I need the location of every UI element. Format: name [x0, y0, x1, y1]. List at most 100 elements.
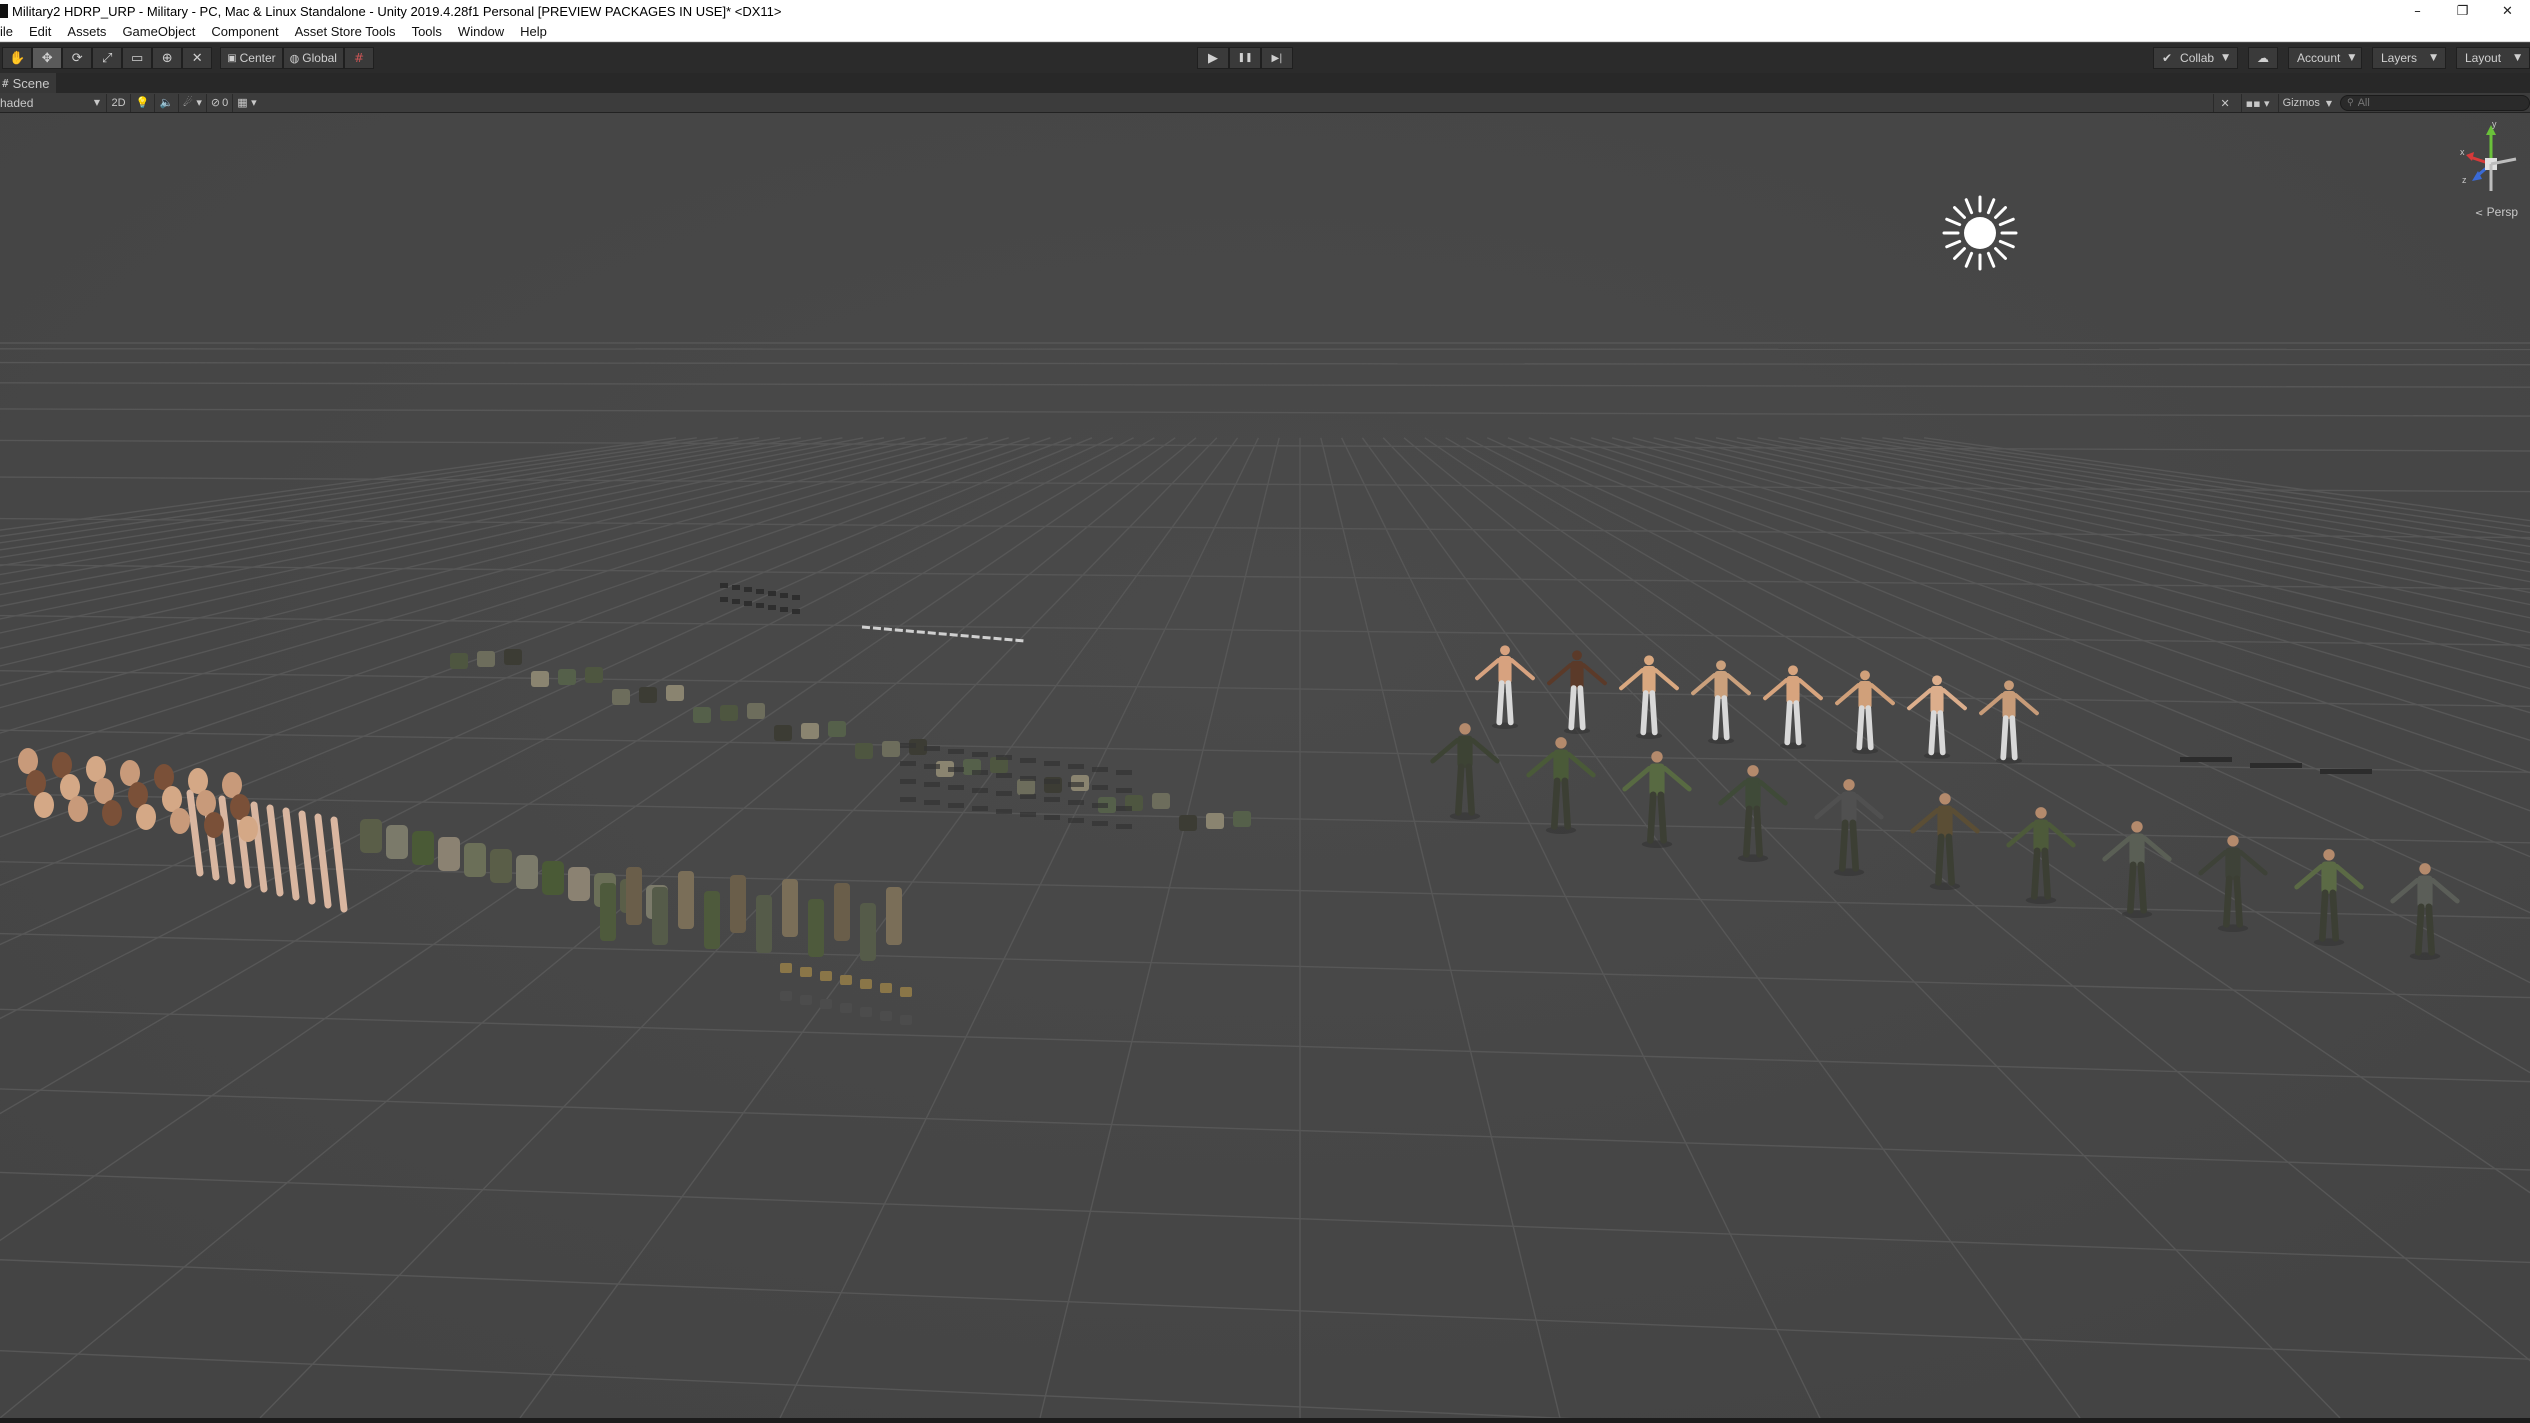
- move-tool-icon[interactable]: ✥: [32, 47, 63, 69]
- tools-icon[interactable]: ✕: [2212, 94, 2237, 112]
- menu-help[interactable]: Help: [512, 24, 555, 39]
- shadow-prop: [1044, 761, 1060, 766]
- shadow-prop: [1044, 779, 1060, 784]
- close-button[interactable]: ✕: [2485, 0, 2530, 22]
- grid-toggle-icon[interactable]: ▦ ▾: [232, 93, 260, 112]
- menu-edit[interactable]: Edit: [21, 24, 59, 39]
- cloud-button[interactable]: ☁: [2248, 47, 2278, 69]
- mode-2d-toggle[interactable]: 2D: [106, 93, 130, 112]
- axis-x-cone[interactable]: [2466, 152, 2474, 161]
- shadow-prop: [1020, 794, 1036, 799]
- window-title-bar: Military2 HDRP_URP - Military - PC, Mac …: [0, 0, 2530, 22]
- head-model: [204, 812, 224, 838]
- boot-prop: [860, 1007, 872, 1017]
- rotate-tool-icon[interactable]: ⟳: [62, 47, 93, 69]
- figure-leg: [1649, 690, 1658, 736]
- custom-tool-icon[interactable]: ✕: [182, 47, 213, 69]
- lighting-toggle-icon[interactable]: 💡: [130, 93, 154, 112]
- camera-dropdown-icon[interactable]: ▪▪ ▾: [2240, 94, 2274, 112]
- layers-dropdown[interactable]: Layers ▼: [2372, 47, 2446, 69]
- figure-head: [1939, 793, 1951, 805]
- shadow-prop: [996, 791, 1012, 796]
- step-button[interactable]: ▶|: [1261, 47, 1293, 69]
- menu-asset-store-tools[interactable]: Asset Store Tools: [287, 24, 404, 39]
- orientation-gizmo[interactable]: y x z: [2456, 119, 2526, 219]
- menu-tools[interactable]: Tools: [404, 24, 450, 39]
- small-prop: [756, 589, 764, 594]
- chevron-down-icon: ▼: [2514, 53, 2521, 63]
- figure-leg: [1856, 705, 1865, 751]
- snap-grid-icon[interactable]: #: [343, 47, 374, 69]
- scene-canvas[interactable]: [0, 113, 2530, 1418]
- figure-leg: [1647, 791, 1657, 844]
- boot-prop: [880, 1011, 892, 1021]
- menu-window[interactable]: Window: [450, 24, 512, 39]
- eye-slash-icon: ⊘: [210, 96, 221, 109]
- pants-prop: [652, 887, 668, 945]
- pause-button[interactable]: ❚❚: [1229, 47, 1261, 69]
- audio-toggle-icon[interactable]: 🔈: [154, 93, 178, 112]
- collab-dropdown[interactable]: ✔ Collab ▼: [2152, 47, 2238, 69]
- transform-tool-icon[interactable]: ⊕: [152, 47, 183, 69]
- figure-leg: [1793, 700, 1802, 746]
- layout-dropdown[interactable]: Layout ▼: [2456, 47, 2530, 69]
- small-prop: [732, 599, 740, 604]
- gear-prop: [531, 671, 549, 687]
- space-global-toggle[interactable]: ◍ Global: [282, 47, 344, 69]
- figure-shadow: [1707, 737, 1735, 744]
- projection-toggle[interactable]: < Persp: [2475, 205, 2518, 219]
- figure-head: [2131, 821, 2143, 833]
- scale-tool-icon[interactable]: ⤢: [92, 47, 123, 69]
- boot-prop: [800, 967, 812, 977]
- shadow-prop: [1092, 767, 1108, 772]
- play-button[interactable]: ▶: [1197, 47, 1229, 69]
- shading-mode-dropdown[interactable]: haded ▼: [0, 94, 106, 112]
- shadow-prop: [1068, 782, 1084, 787]
- scene-viewport[interactable]: y x z < Persp: [0, 113, 2530, 1418]
- clothing-prop: [386, 825, 408, 859]
- gizmos-label: Gizmos: [2282, 97, 2320, 109]
- shadow-prop: [1044, 797, 1060, 802]
- effects-dropdown-icon[interactable]: ☄ ▾: [178, 93, 206, 112]
- menu-component[interactable]: Component: [203, 24, 286, 39]
- menu-file[interactable]: ile: [0, 24, 21, 39]
- shadow-prop: [948, 785, 964, 790]
- scene-search-input[interactable]: [2357, 97, 2518, 109]
- pivot-center-toggle[interactable]: ▣ Center: [220, 47, 283, 69]
- menu-gameobject[interactable]: GameObject: [114, 24, 203, 39]
- head-model: [136, 804, 156, 830]
- boot-prop: [820, 999, 832, 1009]
- boot-prop: [880, 983, 892, 993]
- axis-x-label: x: [2460, 147, 2465, 157]
- persp-arrow-icon: <: [2474, 208, 2484, 219]
- projection-label: Persp: [2486, 205, 2518, 219]
- directional-light-icon[interactable]: [1942, 195, 2018, 271]
- figure-leg: [1849, 819, 1859, 872]
- pants-prop: [730, 875, 746, 933]
- hidden-count: 0: [222, 96, 229, 109]
- head-model: [238, 816, 258, 842]
- minimize-button[interactable]: –: [2395, 0, 2440, 22]
- pivot-icon: ▣: [227, 52, 237, 64]
- restore-button[interactable]: ❐: [2440, 0, 2485, 22]
- figure-leg: [1465, 763, 1475, 816]
- figure-leg: [1937, 710, 1946, 756]
- menu-assets[interactable]: Assets: [59, 24, 114, 39]
- rect-tool-icon[interactable]: ▭: [122, 47, 153, 69]
- unity-app-icon: [0, 4, 8, 18]
- figure-leg: [1945, 833, 1955, 886]
- hand-tool-icon[interactable]: ✋: [2, 47, 33, 69]
- figure-head: [1651, 751, 1663, 763]
- figure-leg: [1551, 777, 1561, 830]
- account-dropdown[interactable]: Account ▼: [2288, 47, 2362, 69]
- hidden-objects-toggle[interactable]: ⊘ 0: [205, 93, 232, 112]
- clothing-prop: [360, 819, 382, 853]
- pants-prop: [886, 887, 902, 945]
- tab-scene[interactable]: # Scene: [0, 73, 56, 93]
- small-prop: [720, 597, 728, 602]
- gizmos-dropdown[interactable]: Gizmos ▼: [2277, 94, 2336, 112]
- gear-prop: [639, 687, 657, 703]
- figure-shadow: [2217, 924, 2249, 932]
- menu-bar: ile Edit Assets GameObject Component Ass…: [0, 22, 2530, 42]
- figure-shadow: [1833, 868, 1865, 876]
